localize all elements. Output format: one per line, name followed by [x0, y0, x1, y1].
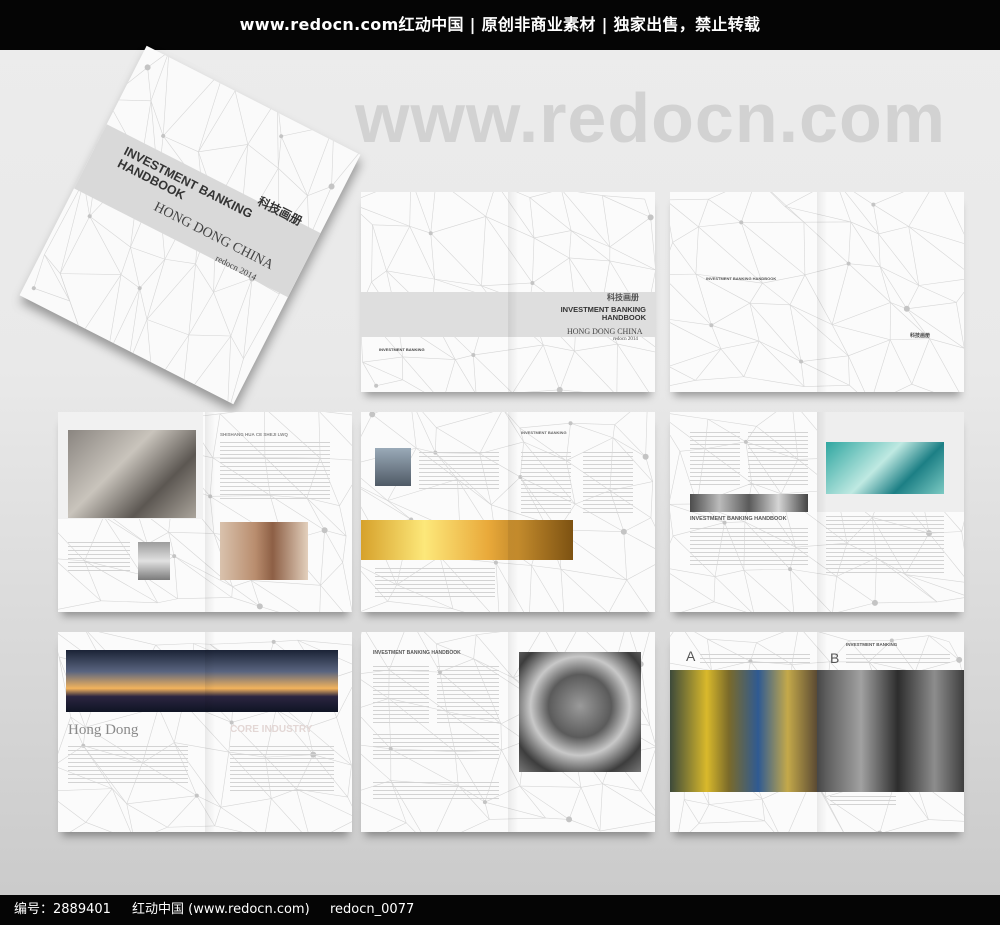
spread-4: INVESTMENT BANKING	[361, 412, 655, 612]
text-block	[521, 452, 571, 514]
city-bridge-photo	[66, 650, 338, 712]
spread1-back-label: INVESTMENT BANKING	[379, 347, 425, 352]
spread1-title-cn: 科技画册	[607, 293, 639, 302]
spread1-edition: redocn 2014	[613, 337, 638, 342]
text-block	[826, 516, 944, 576]
text-block	[230, 746, 334, 794]
fists-photo	[220, 522, 308, 580]
spread-8: A B INVESTMENT BANKING	[670, 632, 964, 832]
spread-3: SHISHANG HUA CE SHEJI LWQ	[58, 412, 352, 612]
spread8-heading: INVESTMENT BANKING	[846, 642, 898, 647]
sunset-photo	[361, 520, 573, 560]
page-fold	[205, 412, 215, 612]
text-block	[583, 452, 633, 514]
spread-6: Hong Dong CORE INDUSTRY	[58, 632, 352, 832]
spread4-heading: INVESTMENT BANKING	[521, 430, 567, 435]
text-block	[437, 666, 499, 726]
airplane-photo	[68, 430, 196, 518]
footer-id: 编号：2889401	[14, 902, 111, 917]
top-banner: www.redocn.com红动中国 | 原创非商业素材 | 独家出售，禁止转载	[0, 0, 1000, 50]
bottom-bar: 编号：2889401 红动中国 (www.redocn.com) redocn_…	[0, 895, 1000, 925]
building-photo	[375, 448, 411, 486]
page-fold	[205, 632, 215, 832]
text-block	[68, 542, 130, 572]
spread1-subtitle: HONG DONG CHINA	[567, 327, 643, 336]
text-block	[373, 734, 499, 760]
text-block	[373, 666, 429, 726]
globe-photo	[519, 652, 641, 772]
text-block	[748, 432, 808, 488]
spread-5: INVESTMENT BANKING HANDBOOK	[670, 412, 964, 612]
text-block	[68, 746, 188, 786]
text-block	[220, 442, 330, 500]
spread6-title: Hong Dong	[68, 722, 139, 738]
footer-site: 红动中国 (www.redocn.com)	[132, 902, 310, 917]
brochure-cover: 科技画册 INVESTMENT BANKING HANDBOOK HONG DO…	[19, 45, 361, 405]
warehouse-color-photo	[670, 670, 817, 792]
spread1-title-en: INVESTMENT BANKING HANDBOOK	[560, 305, 646, 322]
watermark-text: www.redocn.com	[355, 79, 946, 157]
spread-1: 科技画册 INVESTMENT BANKING HANDBOOK HONG DO…	[361, 192, 655, 392]
text-block	[419, 452, 499, 492]
spread-7: INVESTMENT BANKING HANDBOOK	[361, 632, 655, 832]
warehouse-bw-photo	[817, 670, 964, 792]
text-block	[690, 528, 808, 568]
spread7-heading: INVESTMENT BANKING HANDBOOK	[373, 650, 461, 656]
spread3-heading: SHISHANG HUA CE SHEJI LWQ	[220, 432, 288, 437]
page-fold	[817, 412, 827, 612]
page-fold	[817, 192, 827, 392]
page-fold	[508, 632, 518, 832]
text-block	[830, 796, 896, 806]
spread2-logo: 科技画册	[910, 333, 931, 339]
spread-2: INVESTMENT BANKING HANDBOOK 科技画册	[670, 192, 964, 392]
letter-a: A	[686, 648, 696, 664]
page-fold	[508, 412, 518, 612]
spread2-label: INVESTMENT BANKING HANDBOOK	[706, 276, 777, 281]
footer-author: redocn_0077	[330, 902, 415, 917]
text-block	[375, 568, 495, 598]
text-block	[373, 782, 499, 802]
text-block	[700, 654, 810, 666]
text-block	[690, 432, 740, 488]
banner-text: www.redocn.com红动中国 | 原创非商业素材 | 独家出售，禁止转载	[239, 15, 761, 34]
machine-photo	[138, 542, 170, 580]
station-photo	[826, 442, 944, 494]
page-fold	[508, 192, 518, 392]
page-fold	[817, 632, 827, 832]
spread5-heading: INVESTMENT BANKING HANDBOOK	[690, 516, 787, 522]
text-block	[846, 654, 950, 666]
spread6-core: CORE INDUSTRY	[230, 724, 313, 735]
photo-strip	[690, 494, 808, 512]
letter-b: B	[830, 650, 840, 666]
